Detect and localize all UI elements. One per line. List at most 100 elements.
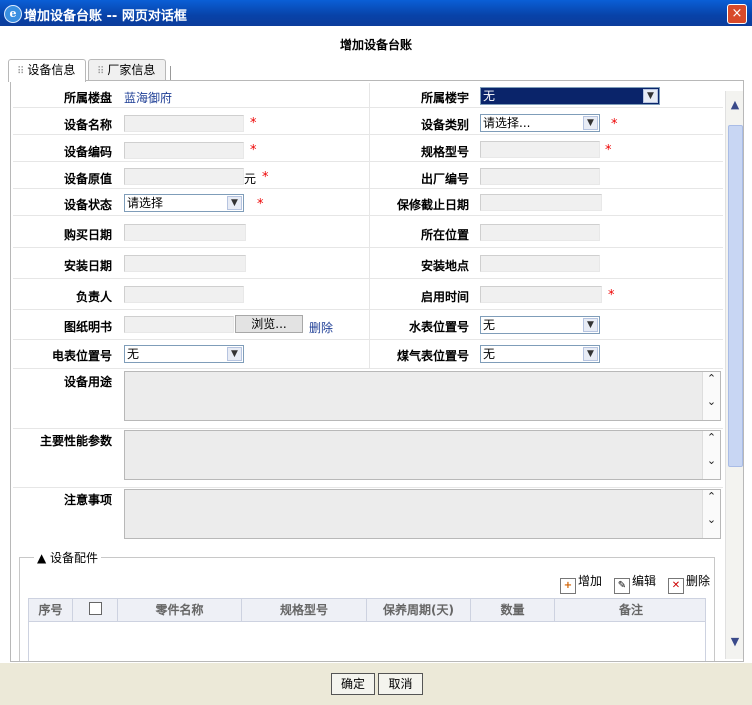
collapse-triangle-icon: ▲: [37, 551, 51, 565]
textarea-scrollbar[interactable]: ⌃ ⌄: [702, 431, 720, 479]
tab-label: 设备信息: [27, 63, 76, 77]
building-select[interactable]: 无 ▼: [480, 87, 660, 105]
owner-input[interactable]: [124, 286, 244, 303]
col-maintenance-cycle: 保养周期(天): [367, 599, 471, 621]
chevron-down-icon: ▼: [643, 89, 658, 103]
water-meter-select[interactable]: 无 ▼: [480, 316, 600, 334]
chevron-down-icon: ▼: [227, 196, 242, 210]
row-divider: [13, 161, 723, 162]
textarea-scrollbar[interactable]: ⌃ ⌄: [702, 372, 720, 420]
status-selected: 请选择: [127, 196, 164, 210]
required-mark: *: [611, 117, 618, 132]
edit-part-button[interactable]: ✎ 编辑: [614, 572, 656, 594]
required-mark: *: [262, 170, 269, 185]
add-part-button[interactable]: + 增加: [560, 572, 602, 594]
parts-legend[interactable]: ▲ 设备配件: [34, 549, 102, 566]
spec-input[interactable]: [480, 141, 600, 158]
row-divider: [13, 368, 723, 369]
chevron-up-icon: ⌃: [706, 431, 717, 444]
name-input[interactable]: [124, 115, 244, 132]
required-mark: *: [257, 197, 264, 212]
estate-label: 所属楼盘: [64, 91, 113, 105]
notes-textarea[interactable]: ⌃ ⌄: [124, 489, 721, 539]
chevron-down-icon: ▼: [583, 318, 598, 332]
column-divider: [369, 83, 370, 368]
tab-divider: [170, 66, 171, 80]
install-place-input[interactable]: [480, 255, 600, 272]
category-selected: 请选择...: [483, 116, 531, 130]
col-remark: 备注: [618, 603, 643, 617]
required-mark: *: [250, 143, 257, 158]
scroll-up-icon[interactable]: ▲: [727, 97, 743, 113]
warranty-end-input[interactable]: [480, 194, 602, 211]
row-divider: [13, 428, 723, 429]
parts-fieldset: ▲ 设备配件 + 增加 ✎ 编辑 ✕ 删除 序号 零件名称 规格型号 保养周期(天) …: [19, 549, 715, 661]
name-label: 设备名称: [64, 118, 113, 132]
tab-label: 厂家信息: [107, 63, 156, 77]
tab-device-info[interactable]: ⠿ 设备信息: [8, 59, 87, 82]
drawing-file-input[interactable]: [124, 316, 234, 333]
power-meter-select[interactable]: 无 ▼: [124, 345, 244, 363]
scroll-thumb[interactable]: [728, 125, 743, 467]
status-select[interactable]: 请选择 ▼: [124, 194, 244, 212]
chevron-up-icon: ⌃: [706, 372, 717, 385]
edit-part-label: 编辑: [632, 574, 657, 588]
enable-time-input[interactable]: [480, 286, 602, 303]
location-label: 所在位置: [421, 228, 470, 242]
params-textarea[interactable]: ⌃ ⌄: [124, 430, 721, 480]
tab-manufacturer-info[interactable]: ⠿ 厂家信息: [88, 59, 167, 81]
purchase-date-input[interactable]: [124, 224, 246, 241]
row-divider: [13, 215, 723, 216]
enable-time-label: 启用时间: [421, 290, 470, 304]
chevron-down-icon: ⌄: [706, 513, 717, 526]
scroll-down-icon[interactable]: ▼: [727, 634, 743, 650]
delete-drawing-link[interactable]: 删除: [309, 319, 333, 336]
row-divider: [13, 278, 723, 279]
category-label: 设备类别: [421, 118, 470, 132]
close-button[interactable]: ×: [727, 4, 747, 24]
location-input[interactable]: [480, 224, 600, 241]
delete-part-button[interactable]: ✕ 删除: [668, 572, 710, 594]
purchase-date-label: 购买日期: [64, 228, 113, 242]
parts-table-body: [28, 622, 706, 661]
gas-meter-label: 煤气表位置号: [397, 349, 470, 363]
install-date-input[interactable]: [124, 255, 246, 272]
warranty-end-label: 保修截止日期: [397, 198, 470, 212]
col-select-all[interactable]: [73, 599, 118, 621]
cancel-button[interactable]: 取消: [378, 673, 423, 695]
row-divider: [13, 134, 723, 135]
select-all-checkbox[interactable]: [88, 602, 102, 615]
col-quantity: 数量: [471, 599, 555, 621]
chevron-down-icon: ⌄: [706, 395, 717, 408]
dialog-content: 增加设备台账 ⠿ 设备信息 ⠿ 厂家信息 所属楼盘 蓝海御府 所属楼宇 无 ▼ 设备名…: [0, 26, 752, 663]
ie-icon: e: [4, 5, 22, 23]
window-title: 增加设备台账 -- 网页对话框: [24, 9, 187, 24]
row-divider: [13, 188, 723, 189]
usage-textarea[interactable]: ⌃ ⌄: [124, 371, 721, 421]
edit-icon: ✎: [614, 578, 630, 594]
code-input[interactable]: [124, 142, 244, 159]
row-divider: [13, 487, 723, 488]
delete-part-label: 删除: [686, 574, 711, 588]
factory-no-input[interactable]: [480, 168, 600, 185]
category-select[interactable]: 请选择... ▼: [480, 114, 600, 132]
notes-label: 注意事项: [64, 493, 113, 507]
browse-button[interactable]: 浏览...: [235, 315, 303, 333]
vertical-scrollbar[interactable]: ▲ ▼: [725, 91, 743, 659]
row-divider: [13, 339, 723, 340]
gas-meter-select[interactable]: 无 ▼: [480, 345, 600, 363]
gas-meter-selected: 无: [483, 347, 496, 361]
power-meter-selected: 无: [127, 347, 140, 361]
textarea-scrollbar[interactable]: ⌃ ⌄: [702, 490, 720, 538]
add-icon: +: [560, 578, 576, 594]
ok-button[interactable]: 确定: [331, 673, 375, 695]
form-panel: 所属楼盘 蓝海御府 所属楼宇 无 ▼ 设备名称 * 设备类别 请选择... ▼ * …: [10, 80, 744, 662]
chevron-down-icon: ▼: [583, 347, 598, 361]
required-mark: *: [605, 143, 612, 158]
col-spec: 规格型号: [242, 599, 367, 621]
params-label: 主要性能参数: [40, 434, 113, 448]
orig-value-input[interactable]: [124, 168, 244, 185]
dialog-footer: 确定 取消: [0, 663, 752, 705]
usage-label: 设备用途: [64, 375, 113, 389]
add-part-label: 增加: [578, 574, 603, 588]
